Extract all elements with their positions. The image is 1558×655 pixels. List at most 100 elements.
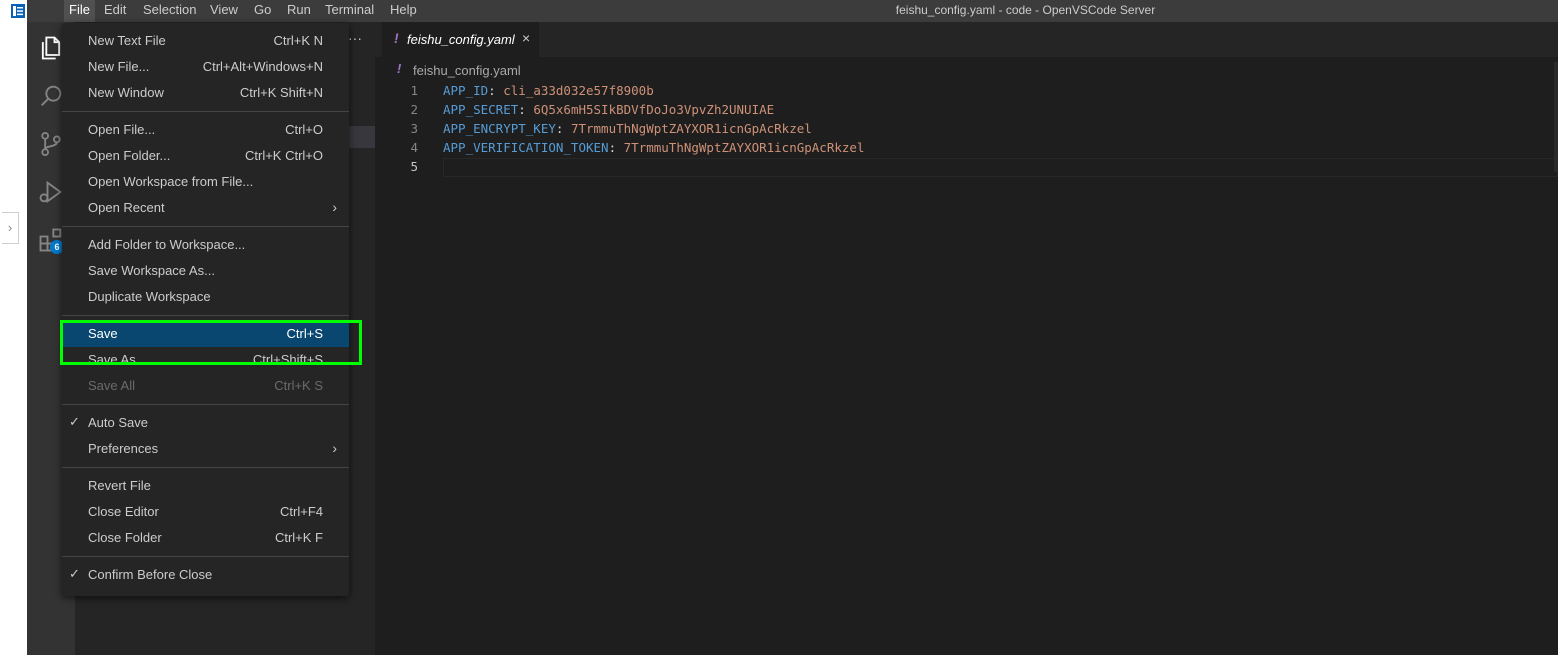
menu-item-close-folder[interactable]: Close Folder Ctrl+K F bbox=[62, 525, 349, 551]
menu-item-label: Auto Save bbox=[88, 415, 148, 430]
menu-item-auto-save[interactable]: ✓ Auto Save bbox=[62, 410, 349, 436]
explorer-icon[interactable] bbox=[37, 34, 65, 62]
menu-terminal[interactable]: Terminal bbox=[320, 0, 379, 22]
menu-item-shortcut: Ctrl+K F bbox=[274, 530, 323, 545]
source-control-icon[interactable] bbox=[37, 130, 65, 158]
menu-item-new-file[interactable]: New File... Ctrl+Alt+Windows+N bbox=[62, 54, 349, 80]
yaml-key: APP_VERIFICATION_TOKEN bbox=[443, 140, 609, 155]
menu-item-save-workspace-as[interactable]: Save Workspace As... bbox=[62, 258, 349, 284]
code-line[interactable]: APP_ID: cli_a33d032e57f8900b bbox=[443, 81, 654, 100]
menu-item-label: Add Folder to Workspace... bbox=[88, 237, 246, 252]
yaml-key: APP_ENCRYPT_KEY bbox=[443, 121, 556, 136]
yaml-value: 7TrmmuThNgWptZAYXOR1icnGpAcRkzel bbox=[570, 121, 812, 136]
menu-item-label: New File... bbox=[88, 59, 150, 74]
menu-item-preferences[interactable]: Preferences › bbox=[62, 436, 349, 462]
menu-item-revert-file[interactable]: Revert File bbox=[62, 473, 349, 499]
yaml-file-icon: ! bbox=[394, 30, 399, 46]
menu-separator bbox=[62, 315, 349, 316]
menu-run[interactable]: Run bbox=[282, 0, 316, 22]
yaml-key: APP_SECRET bbox=[443, 102, 519, 117]
submenu-chevron-icon: › bbox=[332, 199, 337, 215]
submenu-chevron-icon: › bbox=[332, 440, 337, 456]
menu-help[interactable]: Help bbox=[385, 0, 422, 22]
editor-area: ! feishu_config.yaml × ! feishu_config.y… bbox=[375, 22, 1558, 655]
search-icon[interactable] bbox=[37, 82, 65, 110]
yaml-key: APP_ID bbox=[443, 83, 489, 98]
menu-go[interactable]: Go bbox=[249, 0, 276, 22]
menu-item-save-all[interactable]: Save All Ctrl+K S bbox=[62, 373, 349, 399]
left-gutter: › bbox=[0, 0, 27, 655]
yaml-value: 6Q5x6mH5SIkBDVfDoJo3VpvZh2UNUIAE bbox=[533, 102, 775, 117]
current-line-highlight bbox=[443, 158, 1558, 177]
menu-item-confirm-before-close[interactable]: ✓ Confirm Before Close bbox=[62, 562, 349, 588]
menu-item-label: New Text File bbox=[88, 33, 166, 48]
menu-separator bbox=[62, 111, 349, 112]
menu-selection[interactable]: Selection bbox=[138, 0, 201, 22]
line-number: 3 bbox=[410, 121, 418, 136]
code-line[interactable]: APP_SECRET: 6Q5x6mH5SIkBDVfDoJo3VpvZh2UN… bbox=[443, 100, 774, 119]
editor-scrollbar[interactable] bbox=[1554, 62, 1558, 172]
menu-item-label: New Window bbox=[88, 85, 164, 100]
file-menu-dropdown: New Text File Ctrl+K N New File... Ctrl+… bbox=[62, 23, 349, 596]
menu-item-open-folder[interactable]: Open Folder... Ctrl+K Ctrl+O bbox=[62, 143, 349, 169]
menu-item-label: Save Workspace As... bbox=[88, 263, 215, 278]
menu-item-shortcut: Ctrl+Alt+Windows+N bbox=[202, 59, 323, 74]
menu-item-label: Revert File bbox=[88, 478, 151, 493]
menu-item-label: Open Folder... bbox=[88, 148, 171, 163]
menu-item-label: Open File... bbox=[88, 122, 156, 137]
menu-edit[interactable]: Edit bbox=[99, 0, 131, 22]
menu-item-shortcut: Ctrl+F4 bbox=[280, 504, 323, 519]
breadcrumb[interactable]: feishu_config.yaml bbox=[413, 63, 521, 78]
window-title: feishu_config.yaml - code - OpenVSCode S… bbox=[895, 3, 1156, 17]
tab-feishu-config[interactable]: ! feishu_config.yaml × bbox=[382, 22, 539, 57]
yaml-separator: : bbox=[488, 83, 504, 98]
line-number: 5 bbox=[410, 159, 418, 174]
sidebar-more-actions-icon[interactable]: ··· bbox=[348, 31, 368, 48]
code-line[interactable]: APP_ENCRYPT_KEY: 7TrmmuThNgWptZAYXOR1icn… bbox=[443, 119, 812, 138]
menu-separator bbox=[62, 226, 349, 227]
menu-item-shortcut: Ctrl+K Ctrl+O bbox=[244, 148, 323, 163]
tab-bar: ! feishu_config.yaml × bbox=[375, 22, 1558, 57]
menu-item-label: Save All bbox=[88, 378, 135, 393]
menu-item-new-text-file[interactable]: New Text File Ctrl+K N bbox=[62, 28, 349, 54]
menu-separator bbox=[62, 467, 349, 468]
menu-item-label: Preferences bbox=[88, 441, 159, 456]
menu-file[interactable]: File bbox=[64, 0, 95, 22]
menu-item-label: Close Folder bbox=[88, 530, 162, 545]
menu-item-new-window[interactable]: New Window Ctrl+K Shift+N bbox=[62, 80, 349, 106]
menu-item-open-workspace[interactable]: Open Workspace from File... bbox=[62, 169, 349, 195]
checkmark-icon: ✓ bbox=[69, 414, 80, 429]
line-number: 4 bbox=[410, 140, 418, 155]
menu-item-add-folder-to-workspace[interactable]: Add Folder to Workspace... bbox=[62, 232, 349, 258]
tab-label: feishu_config.yaml bbox=[407, 32, 515, 47]
close-icon[interactable]: × bbox=[522, 30, 530, 46]
menu-item-duplicate-workspace[interactable]: Duplicate Workspace bbox=[62, 284, 349, 310]
checkmark-icon: ✓ bbox=[69, 566, 80, 581]
yaml-separator: : bbox=[555, 121, 571, 136]
menu-item-open-file[interactable]: Open File... Ctrl+O bbox=[62, 117, 349, 143]
code-line[interactable]: APP_VERIFICATION_TOKEN: 7TrmmuThNgWptZAY… bbox=[443, 138, 864, 157]
yaml-value: 7TrmmuThNgWptZAYXOR1icnGpAcRkzel bbox=[623, 140, 865, 155]
breadcrumb-yaml-icon: ! bbox=[397, 61, 402, 76]
line-number: 1 bbox=[410, 83, 418, 98]
menu-item-label: Duplicate Workspace bbox=[88, 289, 211, 304]
expand-panel-handle[interactable]: › bbox=[2, 212, 19, 244]
menu-item-shortcut: Ctrl+K N bbox=[273, 33, 323, 48]
menu-item-label: Close Editor bbox=[88, 504, 159, 519]
line-number: 2 bbox=[410, 102, 418, 117]
menu-view[interactable]: View bbox=[205, 0, 243, 22]
yaml-separator: : bbox=[518, 102, 534, 117]
menu-item-label: Open Workspace from File... bbox=[88, 174, 254, 189]
save-highlight-annotation bbox=[60, 320, 362, 365]
menu-separator bbox=[62, 556, 349, 557]
menu-separator bbox=[62, 404, 349, 405]
run-debug-icon[interactable] bbox=[37, 178, 65, 206]
menu-item-shortcut: Ctrl+K S bbox=[274, 378, 323, 393]
menu-item-shortcut: Ctrl+K Shift+N bbox=[239, 85, 323, 100]
menu-item-label: Confirm Before Close bbox=[88, 567, 213, 582]
menu-item-close-editor[interactable]: Close Editor Ctrl+F4 bbox=[62, 499, 349, 525]
menu-item-shortcut: Ctrl+O bbox=[285, 122, 323, 137]
menu-item-label: Open Recent bbox=[88, 200, 165, 215]
vscode-logo-icon[interactable] bbox=[10, 3, 26, 19]
menu-item-open-recent[interactable]: Open Recent › bbox=[62, 195, 349, 221]
